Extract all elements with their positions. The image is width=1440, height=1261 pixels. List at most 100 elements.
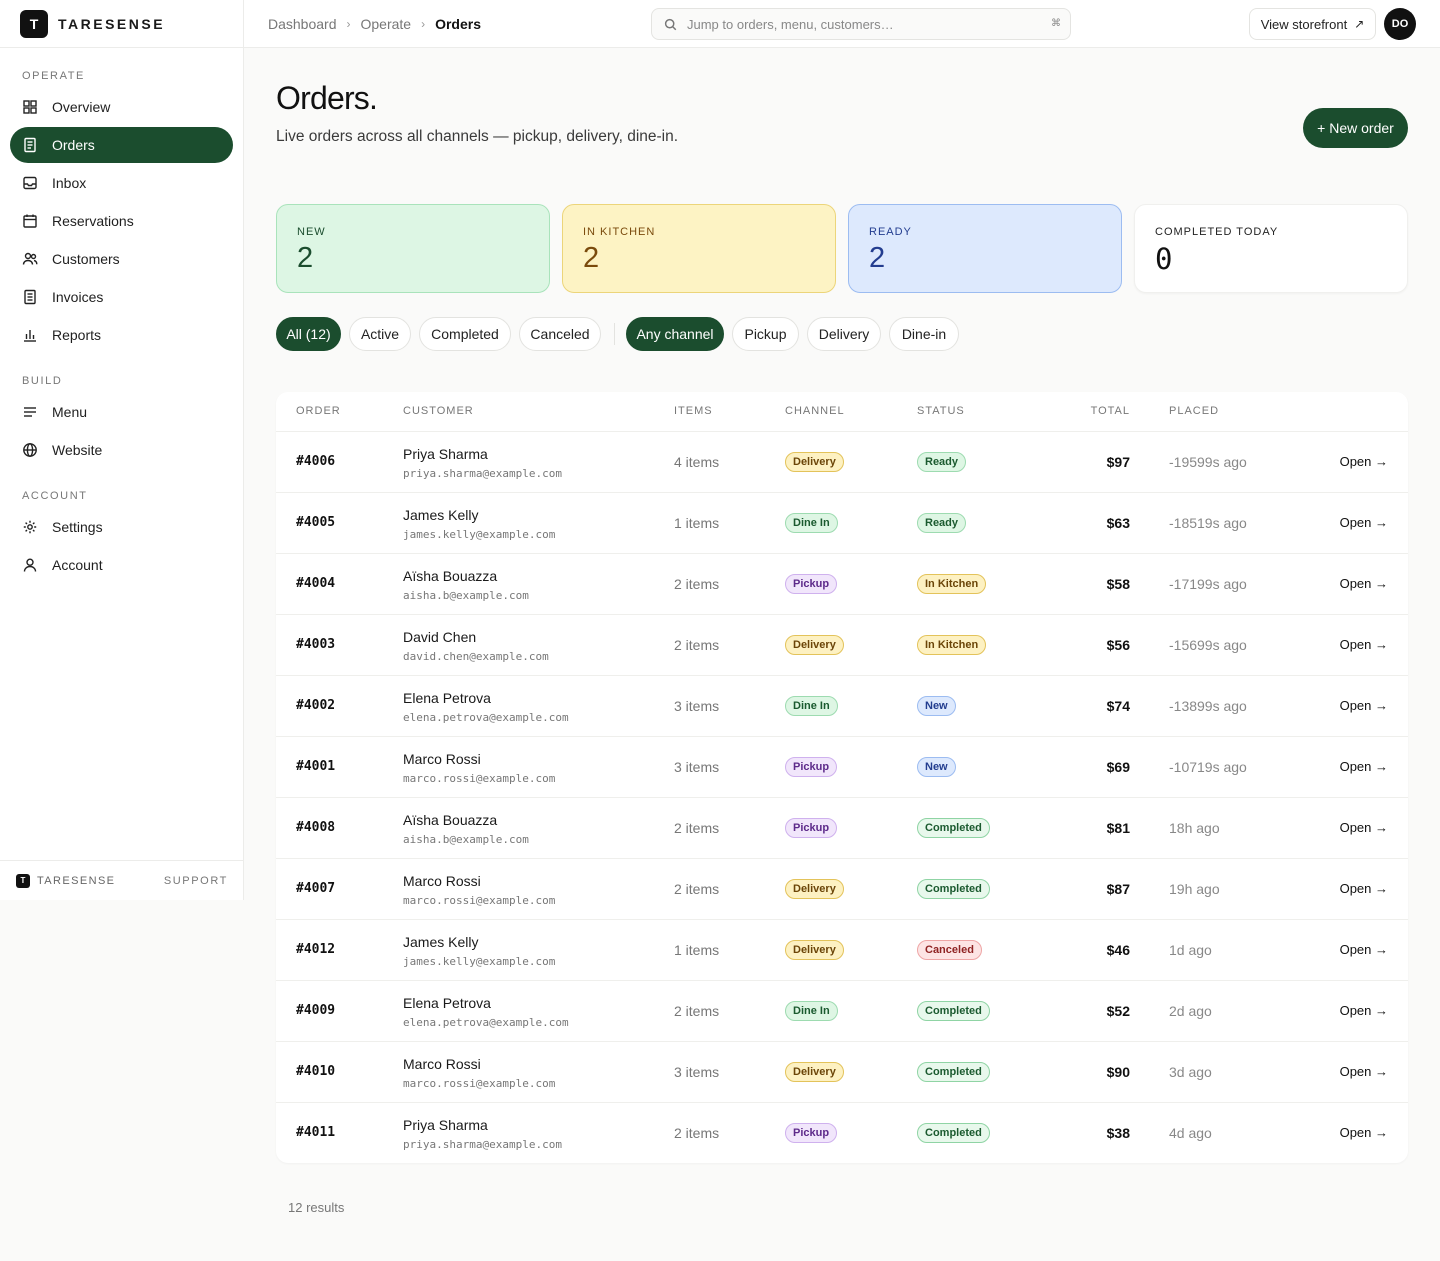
sidebar-footer: T TARESENSE SUPPORT	[0, 860, 244, 900]
item-count: 3 items	[674, 1064, 720, 1080]
open-order-link[interactable]: Open →	[1340, 515, 1388, 530]
user-icon	[23, 558, 37, 572]
new-order-button[interactable]: + New order	[1303, 108, 1408, 148]
sidebar-item-label: Account	[52, 557, 103, 573]
open-order-link[interactable]: Open →	[1340, 1064, 1388, 1079]
status-badge: Completed	[917, 1123, 990, 1143]
filter-all[interactable]: All (12)	[276, 317, 341, 351]
status-badge: In Kitchen	[917, 574, 987, 594]
stat-value: 2	[583, 242, 600, 274]
filter-dine-in[interactable]: Dine-in	[889, 317, 959, 351]
open-order-link[interactable]: Open →	[1340, 1125, 1388, 1140]
brand-name: TARESENSE	[58, 15, 166, 32]
filter-any-channel[interactable]: Any channel	[626, 317, 724, 351]
chevron-right-icon: ›	[346, 16, 351, 31]
table-row[interactable]: #4009 Elena Petrova elena.petrova@example.…	[276, 980, 1408, 1041]
placed-time: 2d ago	[1169, 1003, 1212, 1019]
breadcrumb-dashboard[interactable]: Dashboard	[268, 16, 337, 32]
sidebar-item-label: Customers	[52, 251, 120, 267]
customer-name: Marco Rossi	[403, 751, 481, 767]
column-header-customer: CUSTOMER	[403, 405, 474, 417]
page-title: Orders.	[276, 80, 378, 116]
open-order-link[interactable]: Open →	[1340, 698, 1388, 713]
open-order-link[interactable]: Open →	[1340, 454, 1388, 469]
sidebar-item-website[interactable]: Website	[10, 432, 233, 468]
sidebar-item-settings[interactable]: Settings	[10, 509, 233, 545]
table-row[interactable]: #4012 James Kelly james.kelly@example.com 1…	[276, 919, 1408, 980]
sidebar-item-menu[interactable]: Menu	[10, 394, 233, 430]
table-row[interactable]: #4011 Priya Sharma priya.sharma@example.co…	[276, 1102, 1408, 1163]
open-order-link[interactable]: Open →	[1340, 637, 1388, 652]
item-count: 1 items	[674, 515, 720, 531]
open-order-link[interactable]: Open →	[1340, 881, 1388, 896]
order-id: #4009	[296, 1003, 336, 1018]
table-row[interactable]: #4007 Marco Rossi marco.rossi@example.com 2…	[276, 858, 1408, 919]
customer-email: aisha.b@example.com	[403, 589, 529, 602]
search-icon	[664, 18, 677, 30]
brand[interactable]: T TARESENSE	[0, 0, 243, 48]
open-order-link[interactable]: Open →	[1340, 1003, 1388, 1018]
order-id: #4003	[296, 637, 336, 652]
table-row[interactable]: #4005 James Kelly james.kelly@example.com 1…	[276, 492, 1408, 553]
open-order-link[interactable]: Open →	[1340, 820, 1388, 835]
table-row[interactable]: #4003 David Chen david.chen@example.com 2 i…	[276, 614, 1408, 675]
breadcrumb-operate[interactable]: Operate	[361, 16, 412, 32]
results-count: 12 results	[288, 1200, 345, 1215]
filter-completed[interactable]: Completed	[419, 317, 511, 351]
customer-email: marco.rossi@example.com	[403, 772, 556, 785]
customer-name: David Chen	[403, 629, 477, 645]
avatar[interactable]: DO	[1384, 8, 1416, 40]
customer-name: Elena Petrova	[403, 995, 491, 1011]
stat-card-new: NEW 2	[276, 204, 550, 293]
sidebar-item-label: Overview	[52, 99, 111, 115]
filter-delivery[interactable]: Delivery	[807, 317, 881, 351]
support-link[interactable]: SUPPORT	[164, 875, 228, 887]
sidebar-item-label: Settings	[52, 519, 103, 535]
search-input[interactable]	[687, 16, 1027, 32]
sidebar-item-overview[interactable]: Overview	[10, 89, 233, 125]
external-link-icon: ↗	[1354, 17, 1365, 31]
order-total: $63	[1106, 515, 1130, 531]
table-row[interactable]: #4008 Aïsha Bouazza aisha.b@example.com 2 i…	[276, 797, 1408, 858]
topbar: Dashboard › Operate › Orders ⌘ View stor…	[244, 0, 1440, 48]
open-order-link[interactable]: Open →	[1340, 576, 1388, 591]
sidebar-item-inbox[interactable]: Inbox	[10, 165, 233, 201]
sidebar-item-orders[interactable]: Orders	[10, 127, 233, 163]
status-badge: Completed	[917, 1062, 990, 1082]
sidebar-item-customers[interactable]: Customers	[10, 241, 233, 277]
table-row[interactable]: #4004 Aïsha Bouazza aisha.b@example.com 2 i…	[276, 553, 1408, 614]
item-count: 2 items	[674, 881, 720, 897]
status-badge: Ready	[917, 452, 967, 472]
channel-badge: Delivery	[785, 635, 844, 655]
search-box[interactable]: ⌘	[651, 8, 1071, 40]
channel-badge: Delivery	[785, 940, 844, 960]
sidebar-item-invoices[interactable]: Invoices	[10, 279, 233, 315]
sidebar: T TARESENSE OPERATE Overview Orders Inbo…	[0, 0, 244, 900]
open-order-link[interactable]: Open →	[1340, 759, 1388, 774]
view-storefront-button[interactable]: View storefront ↗	[1249, 8, 1376, 40]
filter-canceled[interactable]: Canceled	[519, 317, 601, 351]
sidebar-item-label: Website	[52, 442, 103, 458]
order-id: #4006	[296, 454, 336, 469]
filter-active[interactable]: Active	[349, 317, 411, 351]
placed-time: -10719s ago	[1169, 759, 1247, 775]
table-row[interactable]: #4010 Marco Rossi marco.rossi@example.com 3…	[276, 1041, 1408, 1102]
filter-pickup[interactable]: Pickup	[732, 317, 799, 351]
sidebar-item-reservations[interactable]: Reservations	[10, 203, 233, 239]
filter-divider	[614, 323, 615, 345]
sidebar-item-account[interactable]: Account	[10, 547, 233, 583]
stat-label: READY	[869, 226, 912, 238]
customer-email: david.chen@example.com	[403, 650, 549, 663]
breadcrumb-orders: Orders	[435, 15, 482, 32]
footer-logo: T	[16, 873, 30, 888]
sidebar-item-reports[interactable]: Reports	[10, 317, 233, 353]
table-row[interactable]: #4002 Elena Petrova elena.petrova@example.…	[276, 675, 1408, 736]
order-id: #4007	[296, 881, 336, 896]
placed-time: 18h ago	[1169, 820, 1220, 836]
orders-table: ORDER CUSTOMER ITEMS CHANNEL STATUS TOTA…	[276, 392, 1408, 1163]
stat-label: COMPLETED TODAY	[1155, 226, 1279, 238]
table-row[interactable]: #4006 Priya Sharma priya.sharma@example.co…	[276, 431, 1408, 492]
placed-time: -17199s ago	[1169, 576, 1247, 592]
open-order-link[interactable]: Open →	[1340, 942, 1388, 957]
table-row[interactable]: #4001 Marco Rossi marco.rossi@example.com 3…	[276, 736, 1408, 797]
